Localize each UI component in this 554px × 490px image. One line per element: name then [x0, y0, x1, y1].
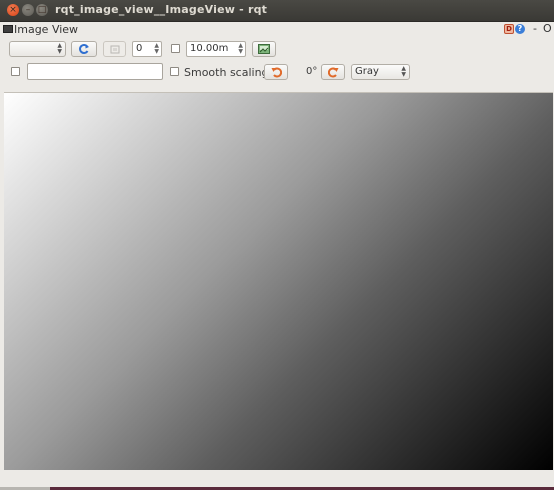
- mouse-topic-input[interactable]: [27, 63, 163, 80]
- close-plugin-button[interactable]: O: [543, 22, 552, 35]
- duration-spinbox[interactable]: 10.00m ▲ ▼: [186, 41, 246, 57]
- publish-mouse-checkbox[interactable]: [11, 67, 20, 76]
- help-icon[interactable]: ?: [515, 24, 525, 34]
- zoom-fit-icon: [110, 45, 120, 54]
- maximize-icon: □: [37, 5, 47, 15]
- rotate-left-icon: [271, 67, 282, 78]
- window-titlebar: × – □ rqt_image_view__ImageView - rqt: [0, 0, 554, 22]
- duration-spinbox-value: 10.00m: [190, 43, 229, 54]
- minimize-icon: –: [25, 5, 31, 15]
- refresh-icon: [79, 44, 89, 54]
- rotate-right-button[interactable]: [321, 64, 345, 80]
- minimize-plugin-button[interactable]: -: [533, 22, 537, 35]
- window-close-button[interactable]: ×: [7, 4, 19, 16]
- rotate-right-icon: [328, 67, 339, 78]
- dock-icon[interactable]: D: [504, 24, 514, 34]
- image-view-icon: [3, 25, 13, 33]
- rotation-spinbox-value: 0: [136, 43, 143, 54]
- close-icon: ×: [9, 5, 17, 15]
- plugin-title: Image View: [14, 23, 79, 36]
- image-display[interactable]: [4, 92, 553, 470]
- refresh-topics-button[interactable]: [71, 41, 97, 57]
- rotation-label: 0°: [306, 66, 318, 77]
- spinbox-arrows-icon[interactable]: ▲ ▼: [238, 43, 243, 55]
- save-image-button[interactable]: [252, 41, 276, 57]
- save-image-icon: [258, 44, 270, 54]
- zoom-fit-button[interactable]: [103, 41, 126, 57]
- color-scheme-value: Gray: [355, 66, 379, 77]
- smooth-scaling-label: Smooth scaling: [184, 66, 269, 79]
- dynamic-range-checkbox[interactable]: [171, 44, 180, 53]
- plugin-header: Image View D ? - O: [0, 22, 554, 37]
- spinbox-arrows-icon[interactable]: ▲ ▼: [154, 43, 159, 55]
- topic-combobox[interactable]: ▲ ▼: [9, 41, 66, 57]
- window-title: rqt_image_view__ImageView - rqt: [55, 3, 268, 16]
- window-minimize-button[interactable]: –: [22, 4, 34, 16]
- smooth-scaling-checkbox[interactable]: [170, 67, 179, 76]
- combobox-arrows-icon: ▲ ▼: [401, 65, 406, 78]
- window-maximize-button[interactable]: □: [36, 4, 48, 16]
- rotation-spinbox[interactable]: 0 ▲ ▼: [132, 41, 162, 57]
- color-scheme-combobox[interactable]: Gray ▲ ▼: [351, 64, 410, 80]
- rotate-left-button[interactable]: [264, 64, 288, 80]
- combobox-arrows-icon: ▲ ▼: [57, 42, 62, 55]
